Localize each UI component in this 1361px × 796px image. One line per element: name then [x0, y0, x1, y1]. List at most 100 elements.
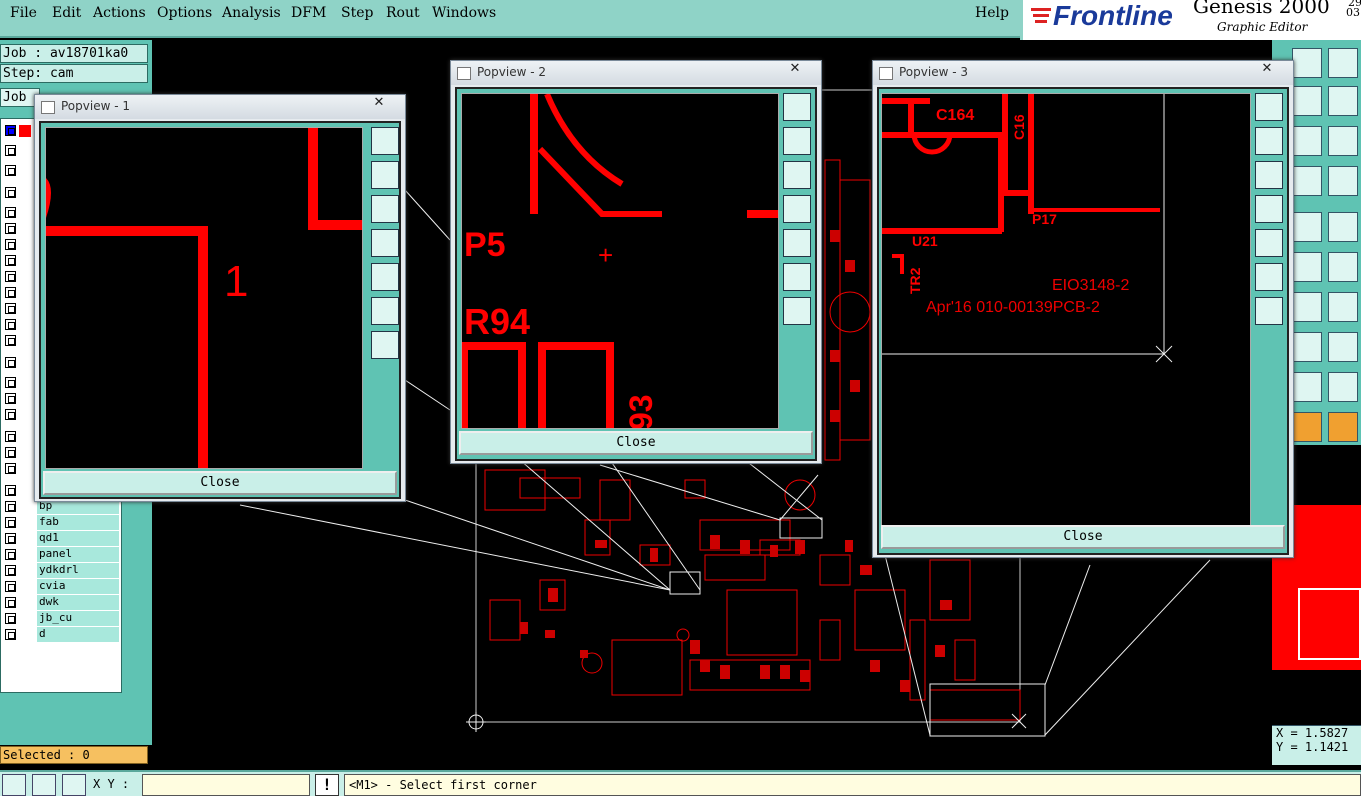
layer-checkbox[interactable] — [5, 287, 16, 298]
layer-checkbox[interactable] — [5, 463, 16, 474]
layer-checkbox[interactable] — [5, 501, 16, 512]
layer-checkbox[interactable] — [5, 187, 16, 198]
zoom-down-icon[interactable] — [371, 195, 399, 223]
layer-checkbox[interactable] — [5, 319, 16, 330]
tool-grid-icon[interactable] — [1328, 166, 1358, 196]
pan-right-icon[interactable] — [1255, 229, 1283, 257]
layer-name[interactable]: fab — [37, 515, 119, 530]
tool-select-pointer-icon[interactable] — [1328, 412, 1358, 442]
layer-name[interactable]: dwk — [37, 595, 119, 610]
popview-titlebar[interactable]: Popview - 3 — [873, 61, 1293, 85]
layer-checkbox[interactable] — [5, 485, 16, 496]
layer-checkbox[interactable] — [5, 431, 16, 442]
close-icon[interactable]: ✕ — [357, 95, 401, 113]
tool-pan-icon[interactable] — [1292, 86, 1322, 116]
zoom-up-icon[interactable] — [783, 127, 811, 155]
zoom-out-icon[interactable] — [783, 297, 811, 325]
layer-name[interactable]: ydkdrl — [37, 563, 119, 578]
pan-left-icon[interactable] — [1255, 195, 1283, 223]
menu-edit[interactable]: Edit — [52, 5, 81, 21]
measure-icon[interactable] — [2, 774, 26, 796]
layer-name[interactable]: panel — [37, 547, 119, 562]
close-icon[interactable]: ✕ — [1245, 61, 1289, 79]
tool-orange-icon[interactable] — [1292, 412, 1322, 442]
menu-analysis[interactable]: Analysis — [222, 5, 281, 21]
popview-titlebar[interactable]: Popview - 2 — [451, 61, 821, 85]
zoom-in-icon[interactable] — [1255, 263, 1283, 291]
close-button[interactable]: Close — [881, 525, 1285, 549]
tool-zoom-fit-icon[interactable] — [1328, 126, 1358, 156]
layer-checkbox[interactable] — [5, 357, 16, 368]
menu-actions[interactable]: Actions — [93, 5, 146, 21]
layer-checkbox[interactable] — [5, 409, 16, 420]
layer-checkbox[interactable] — [5, 447, 16, 458]
layer-checkbox[interactable] — [5, 255, 16, 266]
tool-hline-icon[interactable] — [1328, 332, 1358, 362]
pan-left-icon[interactable] — [371, 229, 399, 257]
popview-view[interactable]: C164 C16 P17 U21 TR2 EIO3148-2 Apr'16 01… — [881, 93, 1251, 527]
grid-snap-icon[interactable] — [62, 774, 86, 796]
zoom-out-icon[interactable] — [371, 331, 399, 359]
zoom-down-icon[interactable] — [783, 161, 811, 189]
xy-input[interactable] — [142, 774, 310, 796]
pan-right-icon[interactable] — [371, 263, 399, 291]
tool-lock-icon[interactable] — [1292, 212, 1322, 242]
close-button[interactable]: Close — [459, 431, 813, 455]
layer-checkbox[interactable] — [5, 629, 16, 640]
layer-checkbox[interactable] — [5, 303, 16, 314]
layer-name[interactable]: d — [37, 627, 119, 642]
zoom-home-icon[interactable] — [1255, 93, 1283, 121]
layer-checkbox[interactable] — [5, 565, 16, 576]
close-icon[interactable]: ✕ — [773, 61, 817, 79]
pan-right-icon[interactable] — [783, 229, 811, 257]
tool-arc-icon[interactable] — [1292, 332, 1322, 362]
close-button[interactable]: Close — [43, 471, 397, 495]
tool-line-icon[interactable] — [1292, 292, 1322, 322]
zoom-home-icon[interactable] — [783, 93, 811, 121]
pan-left-icon[interactable] — [783, 195, 811, 223]
layer-checkbox[interactable] — [5, 125, 16, 136]
zoom-out-icon[interactable] — [1255, 297, 1283, 325]
tool-triangle-icon[interactable] — [1292, 372, 1322, 402]
layer-checkbox[interactable] — [5, 597, 16, 608]
layer-row[interactable]: cvia — [1, 579, 119, 594]
tool-pad-icon[interactable] — [1292, 252, 1322, 282]
popview-titlebar[interactable]: Popview - 1 — [35, 95, 405, 119]
layer-checkbox[interactable] — [5, 223, 16, 234]
layer-checkbox[interactable] — [5, 239, 16, 250]
layer-checkbox[interactable] — [5, 377, 16, 388]
tool-pan-right-icon[interactable] — [1328, 86, 1358, 116]
layer-row[interactable]: dwk — [1, 595, 119, 610]
zoom-home-icon[interactable] — [371, 127, 399, 155]
tool-zoom-out-icon[interactable] — [1328, 48, 1358, 78]
layer-checkbox[interactable] — [5, 165, 16, 176]
menu-dfm[interactable]: DFM — [291, 5, 326, 21]
menu-step[interactable]: Step — [341, 5, 373, 21]
popview-view[interactable]: + P5 R94 93 — [461, 93, 779, 429]
layer-row[interactable]: fab — [1, 515, 119, 530]
layer-checkbox[interactable] — [5, 207, 16, 218]
tool-draw-icon[interactable] — [1328, 212, 1358, 242]
menu-help[interactable]: Help — [975, 5, 1009, 21]
layer-row[interactable]: jb_cu — [1, 611, 119, 626]
angle-measure-icon[interactable] — [32, 774, 56, 796]
tool-delete-icon[interactable] — [1328, 252, 1358, 282]
tool-measure-icon[interactable] — [1292, 166, 1322, 196]
layer-checkbox[interactable] — [5, 335, 16, 346]
zoom-down-icon[interactable] — [1255, 161, 1283, 189]
layer-checkbox[interactable] — [5, 549, 16, 560]
layer-name[interactable]: cvia — [37, 579, 119, 594]
popview-view[interactable]: 1 — [45, 127, 363, 469]
tool-fit-icon[interactable] — [1292, 126, 1322, 156]
layer-name[interactable]: jb_cu — [37, 611, 119, 626]
tool-line-diag-icon[interactable] — [1328, 292, 1358, 322]
layer-row[interactable]: ydkdrl — [1, 563, 119, 578]
tool-warning-icon[interactable] — [1328, 372, 1358, 402]
menu-windows[interactable]: Windows — [432, 5, 496, 21]
layer-checkbox[interactable] — [5, 517, 16, 528]
zoom-up-icon[interactable] — [371, 161, 399, 189]
layer-row[interactable]: d — [1, 627, 119, 642]
layer-name[interactable]: qd1 — [37, 531, 119, 546]
layer-row[interactable]: qd1 — [1, 531, 119, 546]
zoom-in-icon[interactable] — [371, 297, 399, 325]
